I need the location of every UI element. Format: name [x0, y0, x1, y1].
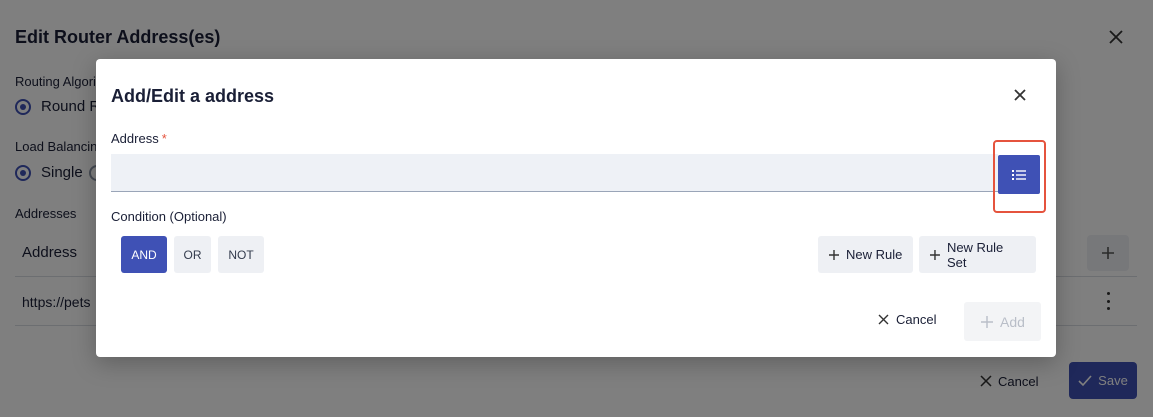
operator-or-button[interactable]: OR: [174, 236, 211, 273]
close-icon: [878, 314, 889, 324]
new-rule-set-button[interactable]: New Rule Set: [919, 236, 1036, 273]
address-list-button[interactable]: [998, 155, 1040, 194]
modal-cancel-button[interactable]: Cancel: [878, 307, 936, 331]
add-label: Add: [1000, 313, 1025, 330]
required-marker: *: [161, 131, 167, 146]
list-icon: [1012, 169, 1026, 180]
plus-icon: [981, 315, 994, 328]
operator-and-button[interactable]: AND: [121, 236, 167, 273]
address-field-label: Address *: [111, 131, 167, 146]
new-rule-set-label: New Rule Set: [946, 239, 1004, 270]
add-edit-address-modal: Add/Edit a address Address * Condition (O…: [96, 59, 1056, 357]
address-input[interactable]: [111, 154, 998, 192]
modal-cancel-label: Cancel: [896, 311, 937, 327]
modal-close-icon[interactable]: [1011, 86, 1029, 104]
condition-label: Condition (Optional): [111, 209, 227, 224]
add-button[interactable]: Add: [964, 302, 1041, 341]
address-label-text: Address: [111, 131, 159, 146]
plus-icon: [829, 249, 839, 260]
new-rule-label: New Rule: [846, 247, 903, 262]
new-rule-button[interactable]: New Rule: [818, 236, 913, 273]
plus-icon: [929, 249, 940, 260]
modal-title: Add/Edit a address: [111, 86, 275, 106]
operator-not-button[interactable]: NOT: [218, 236, 264, 273]
